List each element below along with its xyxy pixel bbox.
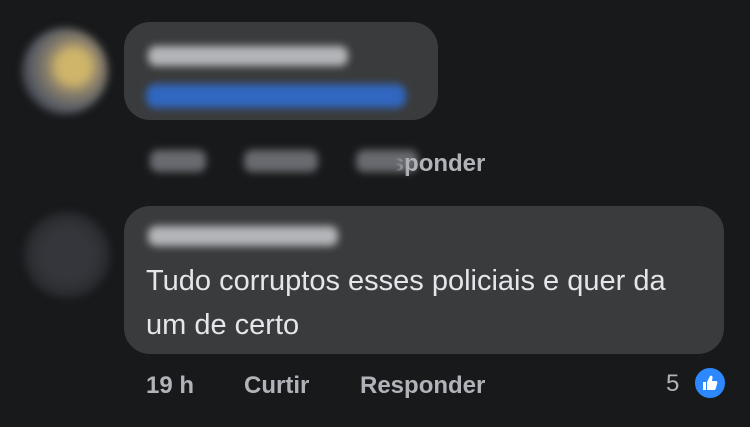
reaction-count[interactable]: 5: [666, 370, 679, 398]
reply-label: Responder: [360, 150, 486, 177]
like-icon[interactable]: [693, 366, 727, 400]
comment-text: Tudo corruptos esses policiais e quer da…: [146, 265, 666, 341]
avatar[interactable]: [24, 212, 110, 298]
tagged-user-link[interactable]: [146, 84, 406, 108]
reply-button[interactable]: Responder: [360, 372, 485, 400]
avatar[interactable]: [22, 28, 108, 114]
like-button[interactable]: [244, 150, 318, 172]
comment-time: [150, 150, 206, 172]
commenter-name[interactable]: [148, 46, 348, 66]
like-button[interactable]: Curtir: [244, 372, 309, 400]
reply-button[interactable]: Responder: [360, 150, 485, 178]
comment-time[interactable]: 19 h: [146, 372, 194, 400]
commenter-name[interactable]: [148, 226, 338, 246]
